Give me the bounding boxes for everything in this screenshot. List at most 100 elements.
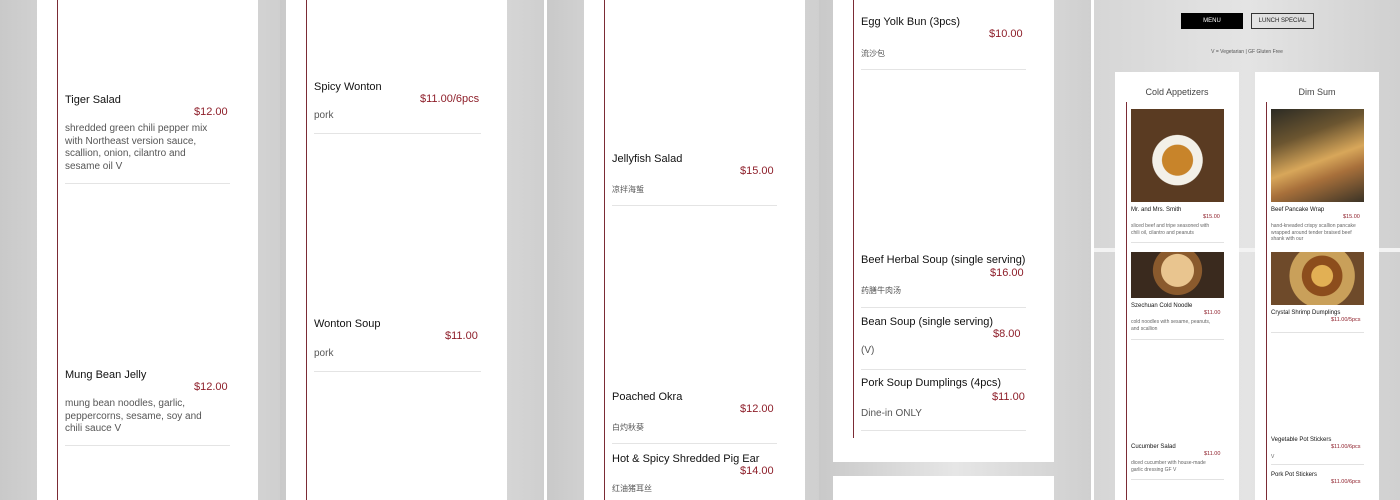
item-name: Mr. and Mrs. Smith xyxy=(1131,207,1182,213)
item-separator xyxy=(861,369,1026,370)
item-name: Bean Soup (single serving) xyxy=(861,316,994,328)
item-price: $11.00/6pcs xyxy=(1331,444,1361,450)
dim-sum-card: Dim Sum Beef Pancake Wrap $15.00 hand-kn… xyxy=(1255,72,1379,500)
menu-item: Poached Okra $12.00 白灼秋葵 xyxy=(612,391,777,446)
item-description: sliced beef and tripe seasoned with chil… xyxy=(1131,223,1210,236)
dish-photo xyxy=(1131,252,1224,298)
divider-line xyxy=(853,0,854,438)
menu-item: Bean Soup (single serving) $8.00 (V) xyxy=(861,316,1026,372)
item-price: $10.00 xyxy=(989,28,1023,40)
item-description: pork xyxy=(314,348,334,359)
item-price: $11.00/6pcs xyxy=(1331,479,1361,485)
menu-button[interactable]: MENU xyxy=(1181,13,1243,29)
item-price: $11.00/5pcs xyxy=(1331,317,1361,323)
item-price: $12.00 xyxy=(194,381,228,393)
item-description: 白灼秋葵 xyxy=(612,423,644,432)
menu-item: Mung Bean Jelly $12.00 mung bean noodles… xyxy=(65,369,230,449)
item-price: $11.00 xyxy=(1204,451,1221,457)
item-separator xyxy=(314,371,481,372)
lunch-special-button[interactable]: LUNCH SPECIAL xyxy=(1251,13,1314,29)
item-price: $16.00 xyxy=(990,267,1024,279)
item-name: Mung Bean Jelly xyxy=(65,369,147,381)
item-name: Wonton Soup xyxy=(314,318,381,330)
legend-text: V = Vegetarian | GF Gluten Free xyxy=(1211,49,1283,55)
screenshot-strip-2: Spicy Wonton $11.00/6pcs pork Wonton Sou… xyxy=(280,0,544,500)
menu-item: Hot & Spicy Shredded Pig Ear $14.00 红油猪耳… xyxy=(612,453,777,500)
cold-appetizers-card: Cold Appetizers Mr. and Mrs. Smith $15.0… xyxy=(1115,72,1239,500)
item-price: $11.00 xyxy=(1204,310,1221,316)
item-name: Hot & Spicy Shredded Pig Ear xyxy=(612,453,760,465)
item-name: Egg Yolk Bun (3pcs) xyxy=(861,16,961,28)
item-name: Jellyfish Salad xyxy=(612,153,683,165)
divider-line xyxy=(57,0,58,500)
section-title: Dim Sum xyxy=(1298,87,1336,97)
menu-card: Jellyfish Salad $15.00 凉拌海蜇 Poached Okra… xyxy=(584,0,805,500)
item-description: 药膳牛肉汤 xyxy=(861,286,901,295)
item-name: Spicy Wonton xyxy=(314,81,382,93)
divider-line xyxy=(306,0,307,500)
item-price: $8.00 xyxy=(993,328,1021,340)
item-description: mung bean noodles, garlic, peppercorns, … xyxy=(65,398,202,434)
item-separator xyxy=(1131,479,1224,480)
item-name: Pork Soup Dumplings (4pcs) xyxy=(861,377,1002,389)
divider-line xyxy=(1126,102,1127,500)
screenshot-strip-3: Jellyfish Salad $15.00 凉拌海蜇 Poached Okra… xyxy=(547,0,819,500)
item-price: $15.00 xyxy=(740,165,774,177)
menu-card: Spicy Wonton $11.00/6pcs pork Wonton Sou… xyxy=(286,0,507,500)
item-price: $11.00 xyxy=(992,391,1025,403)
item-separator xyxy=(861,69,1026,70)
item-separator xyxy=(612,443,777,444)
item-name: Beef Pancake Wrap xyxy=(1271,207,1325,213)
menu-card: Tiger Salad $12.00 shredded green chili … xyxy=(37,0,258,500)
item-separator xyxy=(612,205,777,206)
menu-card: Egg Yolk Bun (3pcs) $10.00 流沙包 Beef Herb… xyxy=(833,0,1054,462)
section-title: Cold Appetizers xyxy=(1145,87,1209,97)
item-name: Crystal Shrimp Dumplings xyxy=(1271,310,1341,316)
item-price: $11.00 xyxy=(445,330,478,342)
item-name: Beef Herbal Soup (single serving) xyxy=(861,254,1026,266)
screenshot-strip-4: Egg Yolk Bun (3pcs) $10.00 流沙包 Beef Herb… xyxy=(819,0,1091,500)
item-separator xyxy=(314,133,481,134)
menu-item: Pork Soup Dumplings (4pcs) $11.00 Dine-i… xyxy=(861,377,1026,433)
item-description: pork xyxy=(314,110,334,121)
menu-item: Beef Herbal Soup (single serving) $16.00… xyxy=(861,254,1026,310)
item-description: shredded green chili pepper mix with Nor… xyxy=(65,123,208,172)
item-description: (V) xyxy=(861,345,875,356)
dish-photo xyxy=(1131,109,1224,202)
item-name: Tiger Salad xyxy=(65,94,121,106)
item-separator xyxy=(65,445,230,446)
menu-item: Spicy Wonton $11.00/6pcs pork xyxy=(314,81,481,136)
menu-item: Jellyfish Salad $15.00 凉拌海蜇 xyxy=(612,153,777,208)
item-name: Pork Pot Stickers xyxy=(1271,472,1318,478)
item-description: diced cucumber with house-made garlic dr… xyxy=(1131,460,1206,473)
item-price: $15.00 xyxy=(1203,214,1220,220)
item-price: $15.00 xyxy=(1343,214,1360,220)
item-description: 凉拌海蜇 xyxy=(612,185,644,194)
item-price: $14.00 xyxy=(740,465,774,477)
item-separator xyxy=(1271,332,1364,333)
divider-line xyxy=(1266,102,1267,500)
menu-card xyxy=(833,476,1054,500)
item-description: 红油猪耳丝 xyxy=(612,484,652,493)
screenshot-strip-1: Tiger Salad $12.00 shredded green chili … xyxy=(0,0,280,500)
item-price: $11.00/6pcs xyxy=(420,93,480,105)
screenshot-strip-5: MENU LUNCH SPECIAL V = Vegetarian | GF G… xyxy=(1094,0,1400,500)
menu-item: Egg Yolk Bun (3pcs) $10.00 流沙包 xyxy=(861,16,1026,72)
item-separator xyxy=(1271,464,1364,465)
item-separator xyxy=(861,307,1026,308)
menu-item: Wonton Soup $11.00 pork xyxy=(314,318,481,374)
menu-item: Tiger Salad $12.00 shredded green chili … xyxy=(65,94,230,186)
item-separator xyxy=(861,430,1026,431)
item-description: cold noodles with sesame, peanuts, and s… xyxy=(1131,319,1211,332)
item-description: Dine-in ONLY xyxy=(861,408,922,419)
item-price: $12.00 xyxy=(194,106,228,118)
dish-photo xyxy=(1271,109,1364,202)
item-separator xyxy=(1131,242,1224,243)
item-description: hand-kneaded crispy scallion pancake wra… xyxy=(1271,223,1356,242)
item-name: Vegetable Pot Stickers xyxy=(1271,437,1332,443)
item-description: V xyxy=(1271,454,1275,460)
item-separator xyxy=(65,183,230,184)
item-description: 流沙包 xyxy=(861,49,885,58)
item-price: $12.00 xyxy=(740,403,774,415)
divider-line xyxy=(604,0,605,500)
